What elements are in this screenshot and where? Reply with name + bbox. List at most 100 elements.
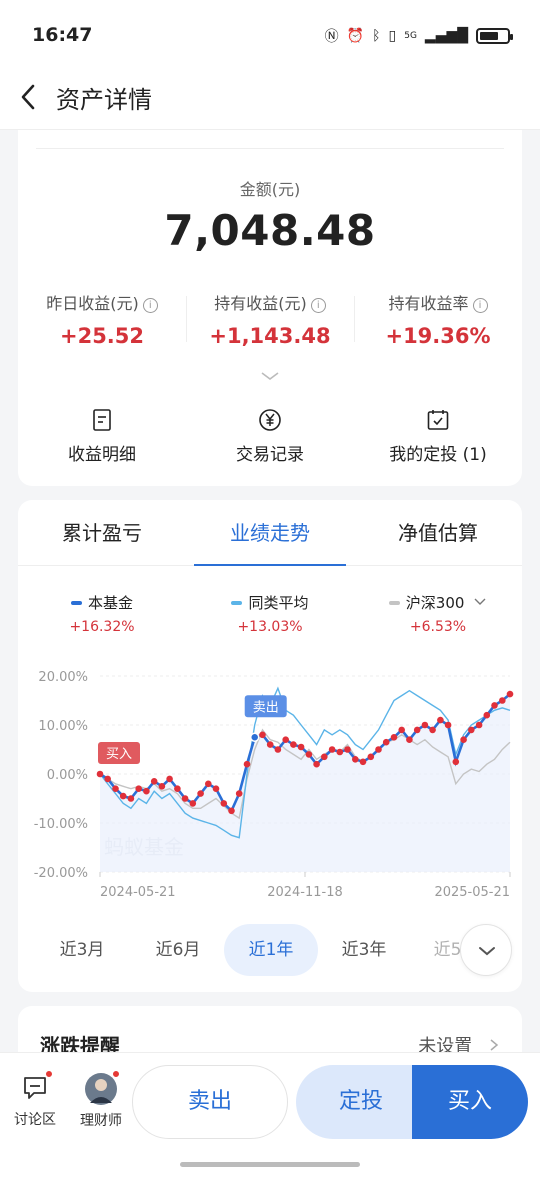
data-point [460, 736, 467, 743]
tab-cumulative-pnl[interactable]: 累计盈亏 [18, 500, 186, 565]
stat-yesterday-earnings[interactable]: 昨日收益(元) i +25.52 [18, 290, 186, 348]
data-point [166, 775, 173, 783]
data-point [197, 790, 204, 797]
data-point [259, 731, 266, 739]
data-point [352, 756, 359, 763]
action-label: 交易记录 [236, 445, 304, 465]
page-title: 资产详情 [56, 86, 152, 114]
more-ranges-button[interactable] [460, 924, 512, 976]
chevron-left-icon [21, 84, 35, 110]
status-icons: Ⓝ ⏰ ᛒ ▯ 5G ▂▄▆█ [324, 26, 513, 46]
chart-legend: 本基金 +16.32% 同类平均 +13.03% 沪深300 +6.53% [18, 592, 522, 635]
calendar-check-icon [427, 410, 449, 430]
data-point [367, 753, 375, 761]
legend-swatch [70, 601, 82, 605]
data-point [406, 736, 413, 743]
action-label: 我的定投 (1) [389, 445, 487, 465]
info-icon[interactable]: i [472, 298, 488, 313]
data-point [483, 711, 491, 719]
sip-button[interactable]: 定投 [296, 1065, 426, 1139]
y-tick-label: -10.00% [34, 817, 88, 832]
data-point [429, 726, 436, 734]
amount-value: 7,048.48 [164, 206, 376, 255]
performance-chart[interactable]: 20.00% 10.00% 0.00% -10.00% -20.00% 2024-05-2… [18, 660, 522, 900]
nfc-icon: Ⓝ [324, 29, 339, 45]
chevron-down-icon [474, 598, 486, 605]
data-point [119, 792, 127, 800]
buy-button[interactable]: 买入 [412, 1065, 528, 1139]
advisor-button[interactable]: 理财师 [76, 1070, 126, 1130]
notification-dot [45, 1070, 53, 1078]
data-point [321, 753, 328, 761]
data-point [506, 690, 514, 698]
buy-marker-label: 买入 [106, 747, 132, 762]
data-point [158, 783, 166, 790]
data-point [390, 734, 398, 741]
legend-item-csi300[interactable]: 沪深300 +6.53% [354, 592, 522, 635]
x-tick-label: 2024-11-18 [267, 885, 343, 900]
status-time: 16:47 [32, 24, 93, 46]
discussion-button[interactable]: 讨论区 [12, 1070, 58, 1129]
stat-holding-return-rate[interactable]: 持有收益率 i +19.36% [354, 290, 522, 348]
document-icon [93, 409, 111, 431]
chevron-down-icon[interactable] [258, 370, 282, 382]
stat-value: +25.52 [59, 324, 145, 348]
data-point [468, 726, 475, 734]
data-point [243, 760, 251, 768]
stat-value: +1,143.48 [209, 324, 331, 348]
quick-actions: 收益明细 交易记录 我的定投 (1) [18, 408, 522, 465]
data-point [266, 741, 274, 748]
stat-label: 持有收益率 [388, 294, 469, 313]
data-point [112, 785, 119, 792]
chat-bubble-icon [20, 1070, 53, 1103]
data-point [96, 770, 104, 778]
y-tick-label: 10.00% [38, 719, 88, 734]
range-3y[interactable]: 近3年 [326, 924, 402, 976]
legend-swatch [231, 601, 243, 605]
range-3m[interactable]: 近3月 [48, 924, 116, 976]
info-icon[interactable]: i [142, 298, 158, 313]
range-selector: 近3月 近6月 近1年 近3年 近5年 [48, 924, 512, 976]
alarm-icon: ⏰ [346, 28, 365, 44]
yen-circle-icon [259, 409, 281, 431]
x-tick-label: 2024-05-21 [100, 885, 176, 900]
data-point [328, 746, 336, 753]
data-point [336, 748, 344, 756]
legend-value: +13.03% [237, 619, 303, 635]
data-point [344, 746, 351, 753]
data-point [205, 780, 212, 788]
performance-card: 累计盈亏 业绩走势 净值估算 本基金 +16.32% 同类平均 +13.03% … [18, 500, 522, 992]
tab-nav-estimate[interactable]: 净值估算 [354, 500, 522, 565]
divider [36, 148, 504, 149]
data-point [398, 726, 406, 734]
advisor-label: 理财师 [80, 1113, 122, 1129]
page-header: 资产详情 [0, 70, 540, 130]
chevron-right-icon [490, 1039, 499, 1051]
sell-button[interactable]: 卖出 [132, 1065, 288, 1139]
earnings-detail-button[interactable]: 收益明细 [18, 408, 186, 465]
range-6m[interactable]: 近6月 [140, 924, 216, 976]
legend-swatch [388, 601, 400, 605]
back-button[interactable] [18, 82, 38, 119]
data-point [104, 775, 111, 783]
stat-holding-earnings[interactable]: 持有收益(元) i +1,143.48 [186, 290, 354, 348]
chevron-down-icon [479, 947, 495, 956]
data-point [437, 716, 444, 724]
range-1y[interactable]: 近1年 [224, 924, 318, 976]
transaction-records-button[interactable]: 交易记录 [186, 408, 354, 465]
my-sip-button[interactable]: 我的定投 (1) [354, 408, 522, 465]
battery-icon [476, 28, 513, 44]
signal-icon: ▂▄▆█ [424, 28, 468, 44]
data-point [421, 721, 429, 729]
tab-performance-trend[interactable]: 业绩走势 [186, 500, 354, 566]
performance-tabs: 累计盈亏 业绩走势 净值估算 [18, 500, 522, 566]
data-point [475, 721, 483, 729]
data-point [135, 785, 142, 792]
info-icon[interactable]: i [310, 298, 326, 313]
data-point [174, 785, 181, 792]
legend-value: +16.32% [69, 619, 135, 635]
amount-label: 金额(元) [239, 180, 301, 199]
legend-name: 沪深300 [405, 594, 465, 612]
legend-name: 同类平均 [248, 594, 309, 612]
data-point [313, 760, 320, 768]
